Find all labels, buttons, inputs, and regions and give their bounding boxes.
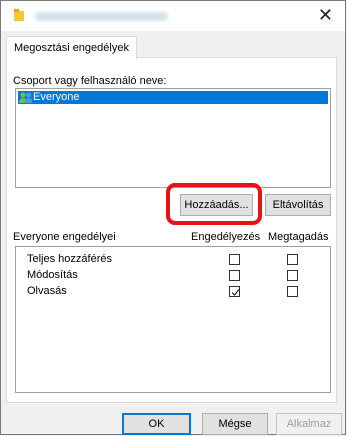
allow-checkbox-read[interactable] bbox=[229, 286, 240, 297]
deny-column-header: Megtagadás bbox=[268, 231, 329, 243]
remove-button[interactable]: Eltávolítás bbox=[265, 194, 331, 216]
folder-icon bbox=[14, 9, 24, 21]
ok-button[interactable]: OK bbox=[122, 413, 191, 435]
deny-checkbox-modify[interactable] bbox=[287, 270, 298, 281]
group-or-user-label: Csoport vagy felhasználó neve: bbox=[13, 75, 167, 87]
permissions-table: Teljes hozzáférés Módosítás Olvasás bbox=[15, 246, 331, 393]
permission-label-read: Olvasás bbox=[27, 285, 67, 297]
close-button[interactable]: ✕ bbox=[318, 5, 333, 25]
permissions-title: Everyone engedélyei bbox=[13, 231, 116, 243]
title-bar: ✕ bbox=[1, 1, 345, 31]
apply-button[interactable]: Alkalmaz bbox=[276, 413, 342, 435]
allow-checkbox-modify[interactable] bbox=[229, 270, 240, 281]
allow-column-header: Engedélyezés bbox=[191, 231, 261, 243]
allow-checkbox-full-control[interactable] bbox=[229, 254, 240, 265]
deny-checkbox-read[interactable] bbox=[287, 286, 298, 297]
list-item-label: Everyone bbox=[33, 91, 80, 103]
users-icon bbox=[19, 92, 33, 103]
deny-checkbox-full-control[interactable] bbox=[287, 254, 298, 265]
checkmark-icon bbox=[231, 289, 240, 296]
group-user-list[interactable]: Everyone bbox=[15, 88, 331, 188]
cancel-button[interactable]: Mégse bbox=[202, 413, 268, 435]
list-item-everyone[interactable]: Everyone bbox=[18, 91, 328, 104]
permission-label-modify: Módosítás bbox=[27, 269, 78, 281]
highlight-annotation bbox=[166, 183, 262, 225]
permission-label-full-control: Teljes hozzáférés bbox=[27, 253, 112, 265]
tab-sharing-permissions[interactable]: Megosztási engedélyek bbox=[6, 36, 137, 59]
window-title-redacted bbox=[35, 12, 168, 21]
